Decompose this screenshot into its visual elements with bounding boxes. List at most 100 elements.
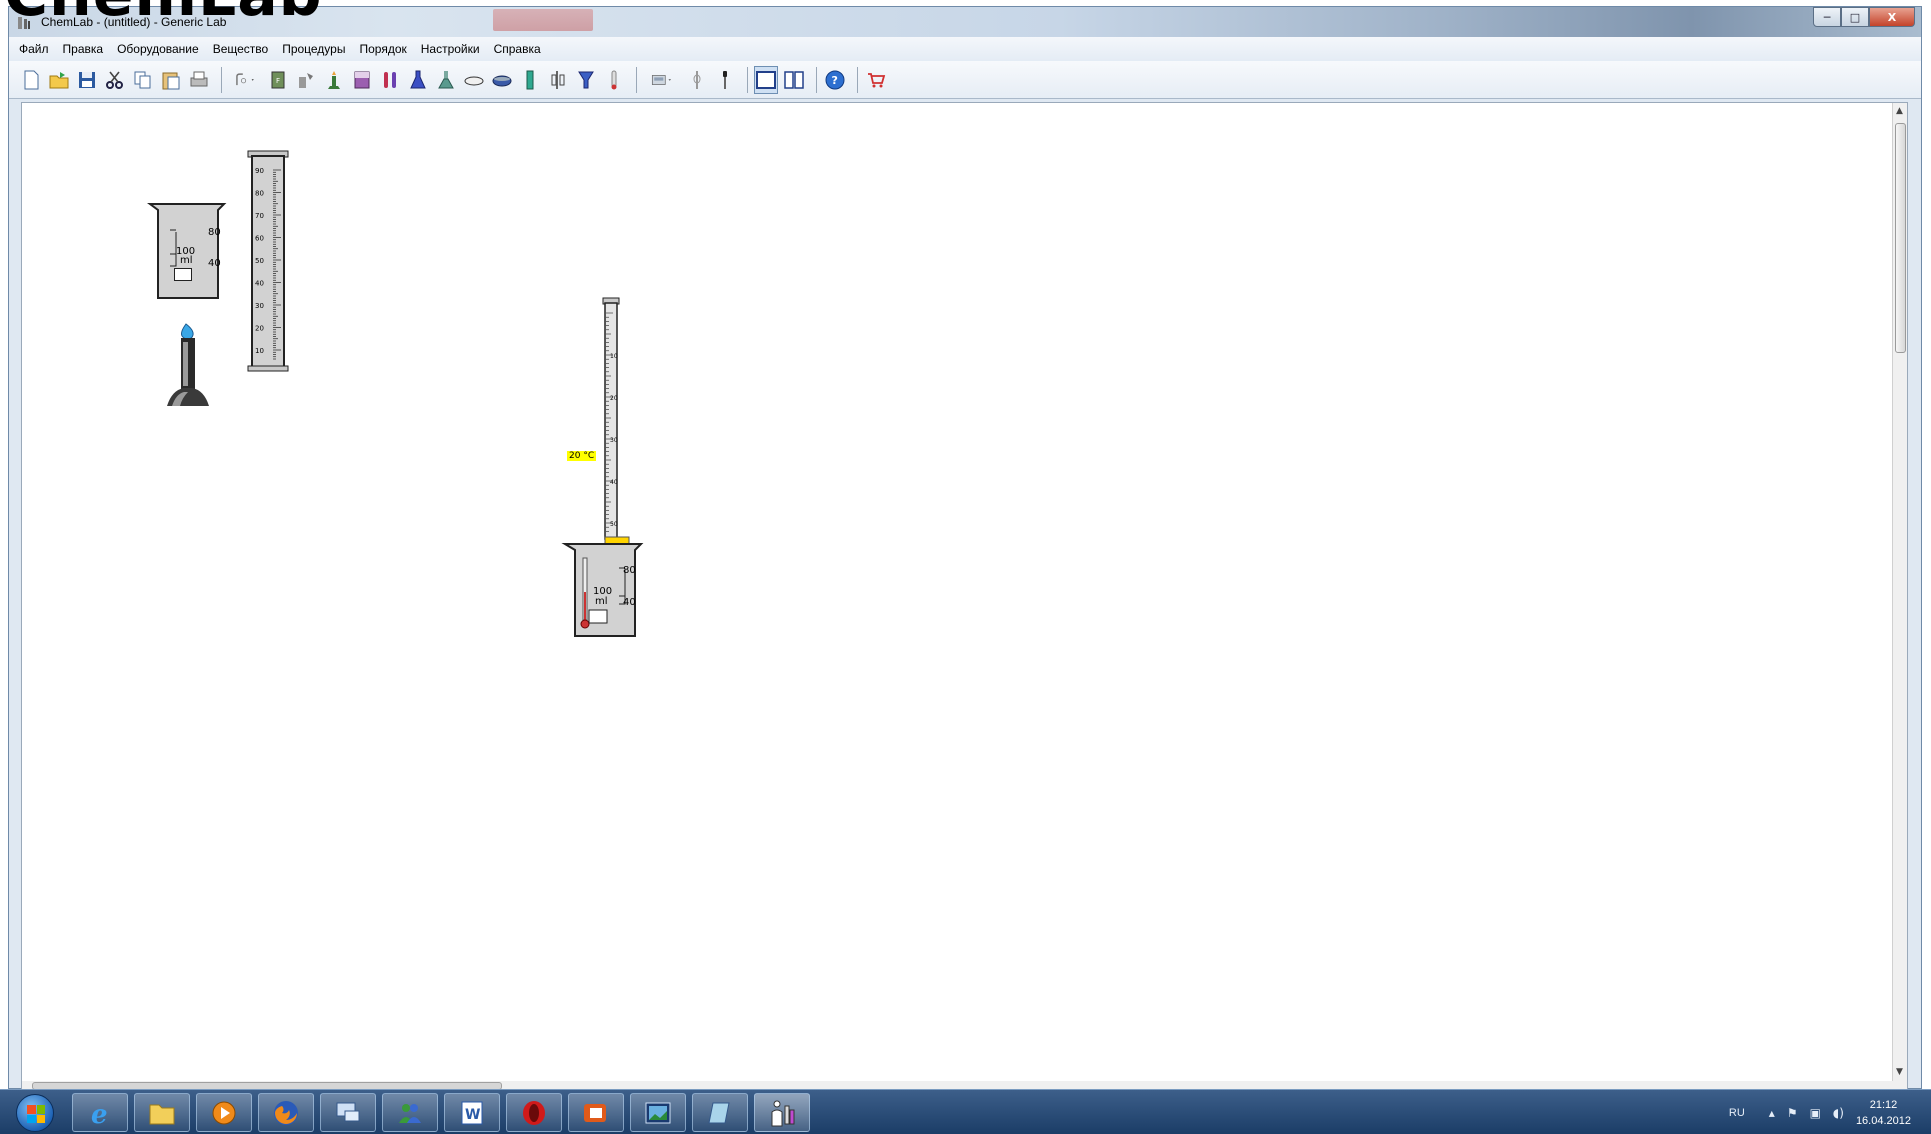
copy-icon[interactable]	[131, 66, 155, 94]
burette[interactable]: 10 20 30 40 50	[600, 297, 624, 563]
taskbar-firefox[interactable]	[258, 1093, 314, 1132]
cylinder-mark-label: 80	[255, 190, 264, 198]
maximize-button[interactable]: □	[1841, 7, 1869, 27]
paste-icon[interactable]	[159, 66, 183, 94]
toolbar-separator	[857, 66, 858, 93]
firefox-icon	[274, 1100, 298, 1125]
menu-bar: Файл Правка Оборудование Вещество Процед…	[9, 37, 1921, 61]
burette-mark-label: 40	[610, 479, 618, 486]
graduated-cylinder-icon[interactable]	[518, 66, 542, 94]
menu-order[interactable]: Порядок	[359, 42, 406, 56]
burette-mark-label: 50	[610, 521, 618, 528]
svg-text:e: e	[91, 1100, 108, 1128]
bunsen-burner-icon[interactable]	[322, 66, 346, 94]
language-indicator[interactable]: RU	[1729, 1107, 1745, 1119]
clock-date: 16.04.2012	[1855, 1114, 1911, 1127]
taskbar-media-player[interactable]	[196, 1093, 252, 1132]
watch-glass-icon[interactable]	[462, 66, 486, 94]
svg-text:F: F	[276, 77, 280, 85]
menu-help[interactable]: Справка	[494, 42, 541, 56]
menu-file[interactable]: Файл	[19, 42, 49, 56]
menu-edit[interactable]: Правка	[63, 42, 104, 56]
menu-settings[interactable]: Настройки	[421, 42, 480, 56]
cylinder-mark-label: 30	[255, 302, 264, 310]
titlebar-decoration	[493, 9, 593, 31]
menu-equipment[interactable]: Оборудование	[117, 42, 199, 56]
taskbar-acrobat[interactable]	[568, 1093, 624, 1132]
view-single-icon[interactable]	[754, 65, 778, 94]
clock-time: 21:12	[1869, 1098, 1898, 1111]
volume-icon[interactable]: ◖)	[1833, 1106, 1844, 1120]
clock[interactable]: 21:12 16.04.2012	[1856, 1097, 1911, 1129]
new-file-icon[interactable]	[19, 66, 43, 94]
network-icon[interactable]: ▣	[1810, 1106, 1821, 1120]
help-icon[interactable]: ?	[823, 66, 847, 94]
internet-explorer-icon: e	[91, 1100, 108, 1128]
burette-mark-label: 20	[610, 395, 618, 402]
erlenmeyer-flask-icon[interactable]	[406, 66, 430, 94]
bunsen-burner[interactable]	[162, 320, 214, 412]
test-tubes-icon[interactable]	[378, 66, 402, 94]
notepad-icon	[708, 1102, 730, 1123]
beaker-icon[interactable]	[350, 66, 374, 94]
beaker1-mark-40: 40	[208, 258, 221, 269]
action-center-flag-icon[interactable]: ⚑	[1787, 1106, 1798, 1120]
round-flask-icon[interactable]	[434, 66, 458, 94]
beaker-100ml[interactable]: 80 100 ml 40	[147, 202, 228, 306]
scroll-down-arrow[interactable]: ▼	[1896, 1067, 1903, 1077]
show-hidden-icons-arrow-icon[interactable]: ▴	[1769, 1106, 1775, 1120]
taskbar-explorer[interactable]	[134, 1093, 190, 1132]
evaporating-dish-icon[interactable]	[490, 66, 514, 94]
chemlab-icon	[771, 1100, 795, 1126]
taskbar-opera[interactable]	[506, 1093, 562, 1132]
pipette-icon[interactable]	[685, 66, 709, 94]
cut-icon[interactable]	[103, 66, 127, 94]
clamp-dropdown-icon[interactable]	[228, 66, 262, 94]
menu-substance[interactable]: Вещество	[213, 42, 269, 56]
close-button[interactable]: X	[1869, 7, 1915, 27]
weighing-paper-icon[interactable]	[294, 66, 318, 94]
flask-stand-icon[interactable]: F	[266, 66, 290, 94]
start-button[interactable]	[16, 1094, 54, 1132]
balance-dropdown-icon[interactable]	[643, 66, 681, 94]
open-file-icon[interactable]	[47, 66, 71, 94]
cylinder-mark-label: 90	[255, 167, 264, 175]
view-split-icon[interactable]	[782, 66, 806, 94]
shop-cart-icon[interactable]	[864, 66, 888, 94]
remote-desktop-icon	[336, 1102, 360, 1121]
folder-icon	[149, 1104, 175, 1124]
menu-procedures[interactable]: Процедуры	[282, 42, 345, 56]
beaker1-mark-80: 80	[208, 227, 221, 238]
beaker-with-thermometer[interactable]: 80 100 ml 40	[561, 536, 645, 644]
chemlab-window: ChemLab - (untitled) - Generic Lab ─ □ X…	[8, 6, 1922, 1092]
taskbar-word[interactable]: W	[444, 1093, 500, 1132]
taskbar-remote-desktop[interactable]	[320, 1093, 376, 1132]
word-icon: W	[461, 1101, 483, 1124]
messenger-icon	[399, 1103, 421, 1123]
overlay-title-text: ChemLab	[4, 0, 323, 30]
dropper-icon[interactable]	[713, 66, 737, 94]
taskbar-messenger[interactable]	[382, 1093, 438, 1132]
screen: ChemLab - (untitled) - Generic Lab ─ □ X…	[0, 0, 1931, 1134]
graduated-cylinder[interactable]: 90 80 70 60 50 40 30 20 10	[247, 150, 289, 376]
lab-workspace[interactable]: ▲ ▼	[21, 102, 1908, 1092]
minimize-button[interactable]: ─	[1813, 7, 1841, 27]
taskbar-chemlab[interactable]	[754, 1093, 810, 1132]
media-player-icon	[212, 1101, 236, 1124]
cylinder-mark-label: 20	[255, 325, 264, 333]
funnel-icon[interactable]	[574, 66, 598, 94]
burette-stand-icon[interactable]	[546, 66, 570, 94]
cylinder-mark-label: 10	[255, 347, 264, 355]
thermometer-icon[interactable]	[602, 66, 626, 94]
cylinder-mark-label: 70	[255, 212, 264, 220]
taskbar-internet-explorer[interactable]: e	[72, 1093, 128, 1132]
taskbar-notepad[interactable]	[692, 1093, 748, 1132]
print-icon[interactable]	[187, 66, 211, 94]
toolbar-separator	[221, 66, 222, 93]
toolbar: F ?	[9, 61, 1921, 99]
save-icon[interactable]	[75, 66, 99, 94]
taskbar-photo-viewer[interactable]	[630, 1093, 686, 1132]
vertical-scrollbar[interactable]: ▲ ▼	[1892, 103, 1907, 1091]
scroll-up-arrow[interactable]: ▲	[1896, 106, 1903, 116]
vertical-scroll-thumb[interactable]	[1895, 123, 1906, 353]
